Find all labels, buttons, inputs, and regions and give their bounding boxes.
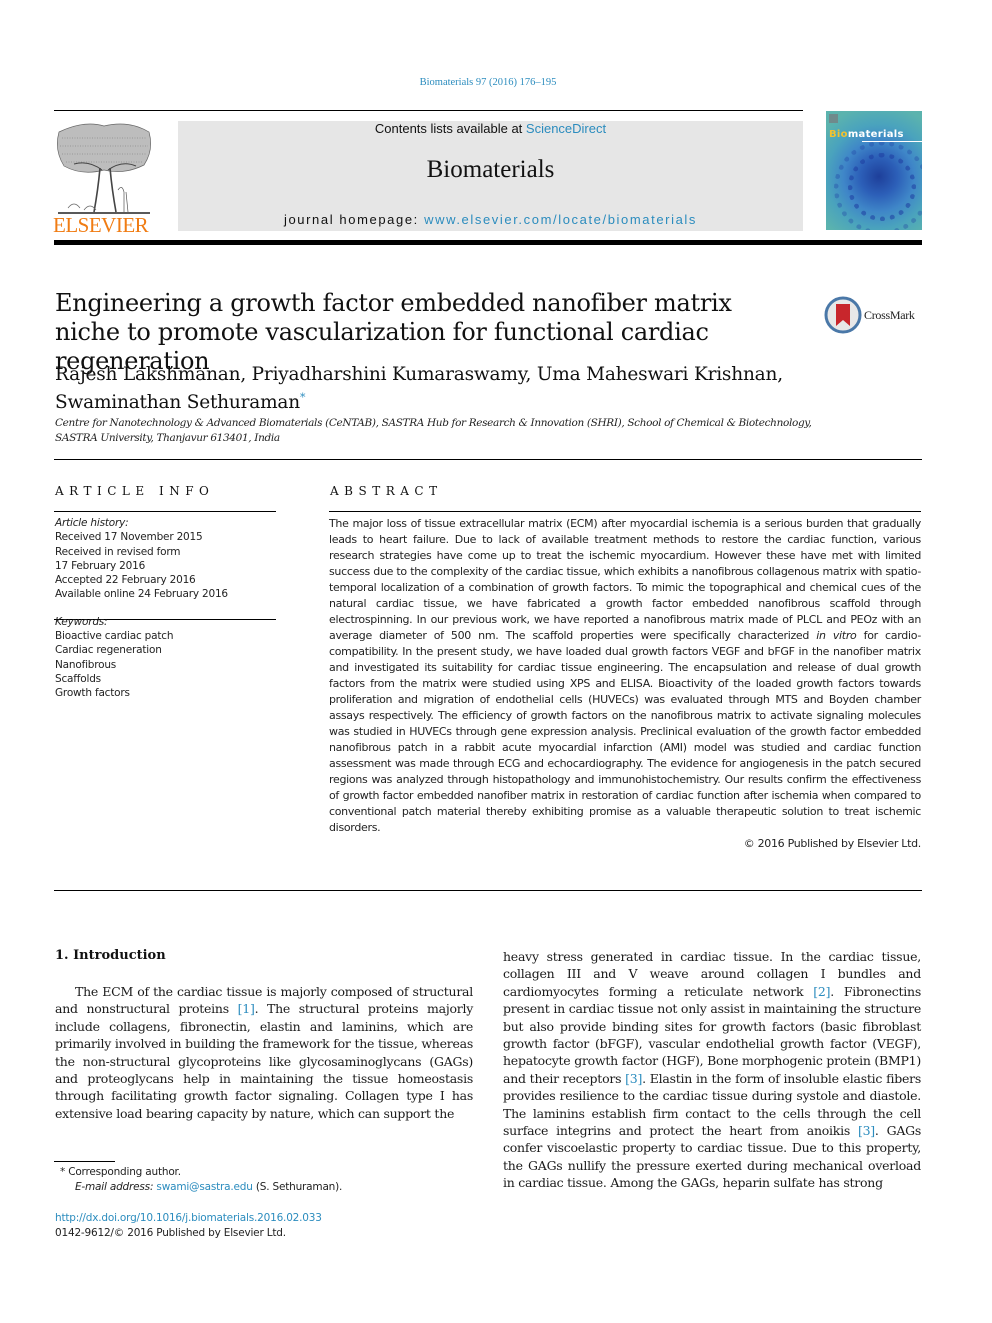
history-item: Available online 24 February 2016 [55, 588, 228, 601]
article-history: Article history: Received 17 November 20… [55, 516, 277, 602]
crossmark-button[interactable]: CrossMark [824, 296, 924, 336]
issn-copyright: 0142-9612/© 2016 Published by Elsevier L… [55, 1227, 286, 1239]
doi-block: http://dx.doi.org/10.1016/j.biomaterials… [55, 1211, 322, 1241]
abstract-copyright: © 2016 Published by Elsevier Ltd. [743, 837, 922, 850]
article-info-rule [54, 511, 276, 512]
citation-link[interactable]: [3] [858, 1123, 875, 1138]
body-column-left: The ECM of the cardiac tissue is majorly… [55, 984, 474, 1121]
homepage-prefix: journal homepage: [283, 212, 425, 227]
history-item: 17 February 2016 [55, 559, 146, 572]
body-column-right: heavy stress generated in cardiac tissue… [503, 949, 922, 1191]
keyword-item: Nanofibrous [55, 658, 117, 671]
abstract-bottom-rule [54, 890, 922, 891]
citation-link[interactable]: [3] [625, 1071, 642, 1086]
abstract-heading: ABSTRACT [330, 484, 443, 498]
abstract-rule [329, 511, 921, 512]
title-block-rule [54, 459, 922, 460]
keywords: Keywords: Bioactive cardiac patch Cardia… [55, 615, 277, 701]
abstract-body: The major loss of tissue extracellular m… [329, 516, 921, 852]
cover-rule [862, 141, 922, 142]
header-bottom-rule [54, 240, 922, 245]
journal-citation[interactable]: Biomaterials 97 (2016) 176–195 [0, 77, 976, 88]
article-info-heading: ARTICLE INFO [55, 484, 215, 498]
corresponding-author-note: * Corresponding author. [60, 1166, 181, 1178]
footnote: * Corresponding author. E-mail address: … [60, 1165, 342, 1195]
abstract-text: The major loss of tissue extracellular m… [329, 517, 922, 834]
email-link[interactable]: swami@sastra.edu [156, 1181, 253, 1193]
cover-title: Biomaterials [829, 129, 904, 140]
footnote-rule [54, 1161, 115, 1162]
article-history-label: Article history: [55, 517, 129, 529]
introduction-heading: 1. Introduction [55, 948, 166, 963]
affiliation: Centre for Nanotechnology & Advanced Bio… [55, 417, 812, 444]
keywords-label: Keywords: [55, 615, 108, 628]
article-info: Article history: Received 17 November 20… [55, 516, 277, 714]
crossmark-icon [824, 296, 862, 334]
email-note: E-mail address: swami@sastra.edu (S. Set… [75, 1181, 343, 1193]
sciencedirect-link[interactable]: ScienceDirect [526, 121, 606, 136]
journal-cover-thumbnail[interactable]: Biomaterials [826, 111, 922, 230]
citation-link[interactable]: [1] [238, 1001, 255, 1016]
journal-homepage: journal homepage: www.elsevier.com/locat… [178, 212, 803, 227]
history-item: Accepted 22 February 2016 [55, 574, 196, 587]
history-item: Received 17 November 2015 [55, 531, 203, 544]
keyword-item: Scaffolds [55, 672, 101, 685]
cover-publisher-icon [829, 114, 838, 123]
keyword-item: Cardiac regeneration [55, 644, 162, 657]
header-top-rule [54, 110, 803, 111]
corresponding-author-mark[interactable]: * [300, 391, 306, 404]
citation-link[interactable]: [2] [813, 984, 830, 999]
keyword-item: Bioactive cardiac patch [55, 630, 174, 643]
history-item: Received in revised form [55, 545, 181, 558]
keyword-item: Growth factors [55, 687, 130, 700]
contents-availability: Contents lists available at ScienceDirec… [178, 121, 803, 136]
crossmark-label: CrossMark [864, 308, 915, 322]
elsevier-wordmark: ELSEVIER [53, 213, 149, 237]
cover-pattern [834, 141, 922, 230]
journal-name: Biomaterials [426, 156, 555, 183]
doi-link[interactable]: http://dx.doi.org/10.1016/j.biomaterials… [55, 1211, 322, 1226]
homepage-link[interactable]: www.elsevier.com/locate/biomaterials [424, 212, 697, 227]
contents-prefix: Contents lists available at [374, 121, 526, 136]
author-list: Rajesh Lakshmanan, Priyadharshini Kumara… [55, 364, 783, 414]
